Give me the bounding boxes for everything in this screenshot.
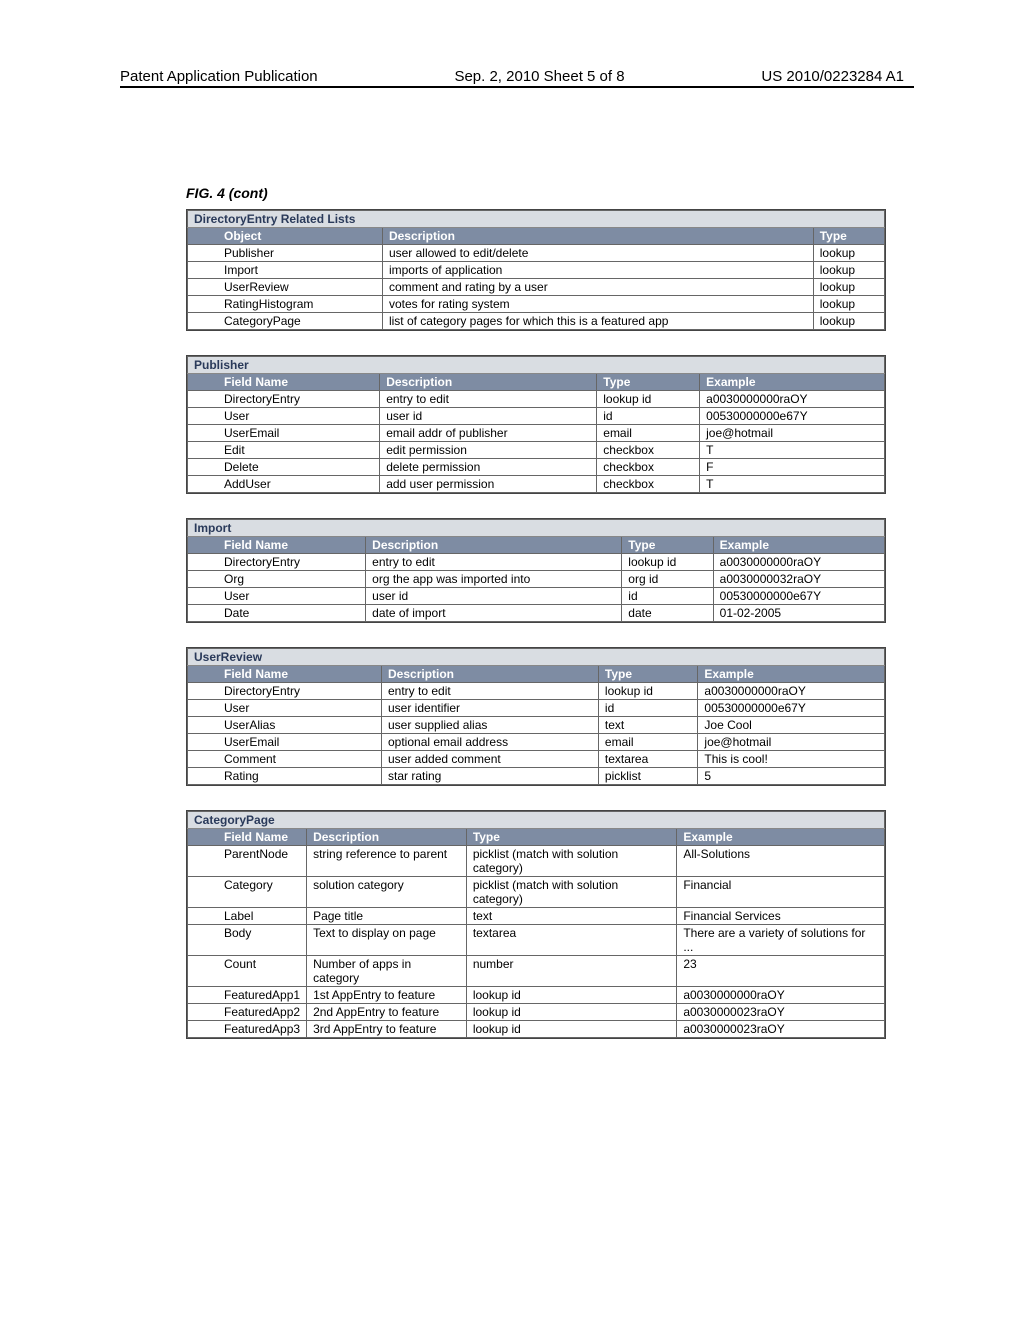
table-row: LabelPage titletextFinancial Services — [188, 908, 885, 925]
table-row: CountNumber of apps in categorynumber23 — [188, 956, 885, 987]
table-row: Deletedelete permissioncheckboxF — [188, 459, 885, 476]
table-row: FeaturedApp33rd AppEntry to featurelooku… — [188, 1021, 885, 1038]
table-row: UserEmailemail addr of publisheremailjoe… — [188, 425, 885, 442]
col-description: Description — [307, 829, 467, 846]
table-row: UserReviewcomment and rating by a userlo… — [188, 279, 885, 296]
col-example: Example — [713, 537, 884, 554]
table-row: CategoryPagelist of category pages for w… — [188, 313, 885, 330]
col-description: Description — [382, 228, 813, 245]
table-section: CategoryPage — [188, 812, 885, 829]
col-field-name: Field Name — [188, 829, 307, 846]
col-type: Type — [813, 228, 884, 245]
table-row: DirectoryEntryentry to editlookup ida003… — [188, 554, 885, 571]
table-row: FeaturedApp11st AppEntry to featurelooku… — [188, 987, 885, 1004]
col-type: Type — [598, 666, 698, 683]
table-row: Publisheruser allowed to edit/deletelook… — [188, 245, 885, 262]
table-row: DirectoryEntryentry to editlookup ida003… — [188, 683, 885, 700]
col-field-name: Field Name — [188, 537, 366, 554]
table-row: Useruser idid00530000000e67Y — [188, 588, 885, 605]
table-row: Importimports of applicationlookup — [188, 262, 885, 279]
table-row: ParentNodestring reference to parentpick… — [188, 846, 885, 877]
col-field-name: Field Name — [188, 666, 382, 683]
table-section: DirectoryEntry Related Lists — [188, 211, 885, 228]
header-rule — [120, 86, 914, 88]
col-type: Type — [597, 374, 700, 391]
table-row: RatingHistogramvotes for rating systemlo… — [188, 296, 885, 313]
header-center: Sep. 2, 2010 Sheet 5 of 8 — [454, 68, 624, 85]
table-row: FeaturedApp22nd AppEntry to featurelooku… — [188, 1004, 885, 1021]
table-row: AddUseradd user permissioncheckboxT — [188, 476, 885, 493]
col-object: Object — [188, 228, 383, 245]
table-row: Orgorg the app was imported intoorg ida0… — [188, 571, 885, 588]
table-section: UserReview — [188, 649, 885, 666]
col-example: Example — [677, 829, 885, 846]
table-row: UserAliasuser supplied aliastextJoe Cool — [188, 717, 885, 734]
table-section: Import — [188, 520, 885, 537]
table-categorypage: CategoryPage Field Name Description Type… — [186, 810, 886, 1039]
table-directoryentry-related-lists: DirectoryEntry Related Lists Object Desc… — [186, 209, 886, 331]
col-field-name: Field Name — [188, 374, 380, 391]
col-type: Type — [466, 829, 677, 846]
col-example: Example — [700, 374, 885, 391]
table-row: BodyText to display on pagetextareaThere… — [188, 925, 885, 956]
col-example: Example — [698, 666, 885, 683]
table-row: UserEmailoptional email addressemailjoe@… — [188, 734, 885, 751]
table-section: Publisher — [188, 357, 885, 374]
page-header: Patent Application Publication Sep. 2, 2… — [120, 68, 904, 85]
col-description: Description — [380, 374, 597, 391]
table-userreview: UserReview Field Name Description Type E… — [186, 647, 886, 786]
table-row: Categorysolution categorypicklist (match… — [188, 877, 885, 908]
header-left: Patent Application Publication — [120, 68, 318, 85]
table-publisher: Publisher Field Name Description Type Ex… — [186, 355, 886, 494]
col-type: Type — [622, 537, 713, 554]
table-row: Useruser identifierid00530000000e67Y — [188, 700, 885, 717]
header-right: US 2010/0223284 A1 — [761, 68, 904, 85]
table-import: Import Field Name Description Type Examp… — [186, 518, 886, 623]
page: Patent Application Publication Sep. 2, 2… — [0, 0, 1024, 1320]
col-description: Description — [382, 666, 599, 683]
figure-label: FIG. 4 (cont) — [186, 185, 886, 201]
table-row: Ratingstar ratingpicklist5 — [188, 768, 885, 785]
table-row: DirectoryEntryentry to editlookup ida003… — [188, 391, 885, 408]
content: FIG. 4 (cont) DirectoryEntry Related Lis… — [186, 185, 886, 1039]
col-description: Description — [366, 537, 622, 554]
table-row: Useruser idid00530000000e67Y — [188, 408, 885, 425]
table-row: Datedate of importdate01-02-2005 — [188, 605, 885, 622]
table-row: Commentuser added commenttextareaThis is… — [188, 751, 885, 768]
table-row: Editedit permissioncheckboxT — [188, 442, 885, 459]
